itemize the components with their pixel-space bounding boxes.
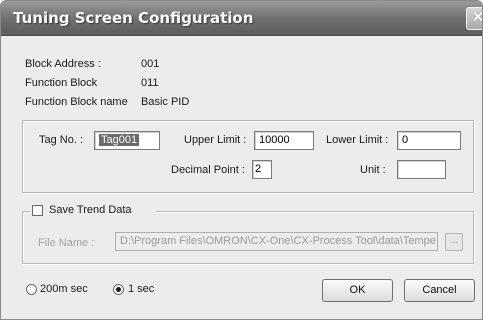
radio-1sec[interactable]: [113, 284, 124, 295]
tag-no-input[interactable]: Tag001: [94, 131, 160, 150]
lower-limit-input[interactable]: 0: [397, 131, 461, 150]
ellipsis-icon[interactable]: ...: [445, 233, 463, 251]
cancel-button[interactable]: Cancel: [404, 279, 475, 302]
save-trend-label[interactable]: Save Trend Data: [49, 204, 132, 216]
function-block-name-label: Function Block name: [25, 96, 128, 108]
tag-no-label: Tag No. :: [39, 134, 84, 146]
block-address-value: 001: [141, 58, 160, 70]
radio-selected-dot: [116, 287, 121, 292]
decimal-point-label: Decimal Point :: [171, 164, 245, 176]
function-block-label: Function Block: [25, 77, 98, 89]
lower-limit-label: Lower Limit :: [326, 134, 389, 146]
dialog-title: Tuning Screen Configuration: [13, 9, 254, 27]
function-block-name-value: Basic PID: [141, 96, 190, 108]
upper-limit-label: Upper Limit :: [184, 134, 247, 146]
tag-no-value: Tag001: [99, 134, 140, 146]
tuning-screen-dialog: Tuning Screen Configuration ✕ Block Addr…: [0, 0, 483, 320]
unit-label: Unit :: [360, 164, 386, 176]
block-address-label: Block Address :: [25, 58, 101, 70]
file-name-label: File Name :: [38, 237, 95, 249]
ok-button[interactable]: OK: [322, 279, 393, 302]
radio-200ms-label[interactable]: 200m sec: [40, 283, 88, 295]
save-trend-checkbox[interactable]: [32, 205, 43, 216]
radio-200ms[interactable]: [26, 284, 37, 295]
upper-limit-input[interactable]: 10000: [254, 131, 314, 150]
close-icon[interactable]: ✕: [466, 7, 482, 30]
decimal-point-input[interactable]: 2: [252, 160, 272, 179]
title-bar[interactable]: Tuning Screen Configuration ✕: [1, 1, 482, 36]
function-block-value: 011: [141, 77, 159, 89]
unit-input[interactable]: [397, 160, 446, 179]
file-name-input[interactable]: D:\Program Files\OMRON\CX-One\CX-Process…: [115, 232, 438, 251]
radio-1sec-label[interactable]: 1 sec: [128, 283, 154, 295]
